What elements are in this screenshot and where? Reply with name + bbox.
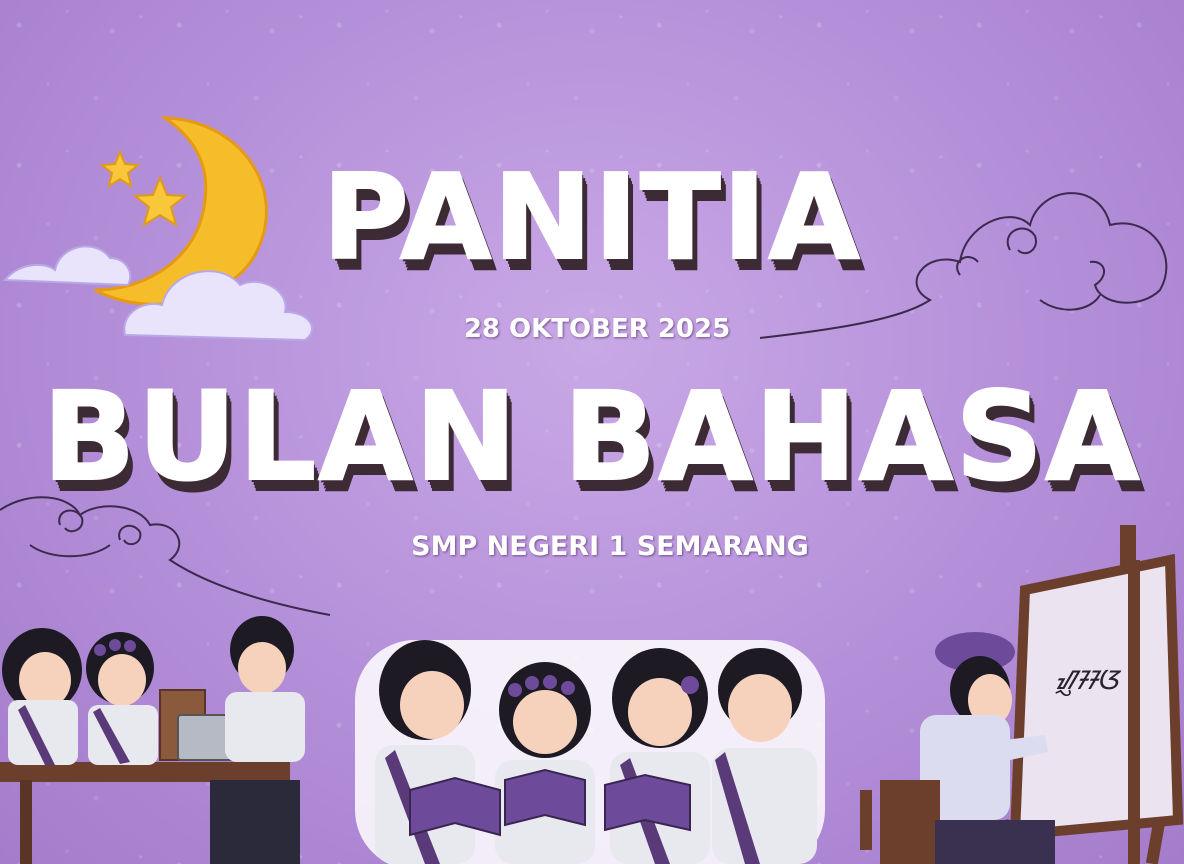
title-line-2: BULAN BAHASA (41, 365, 1142, 509)
canvas-writing: ᮠᮢᮞᮃ (1055, 666, 1119, 696)
event-date: 28 OKTOBER 2025 (463, 314, 731, 344)
students-study-group (0, 616, 305, 864)
students-reading-group (355, 640, 825, 864)
title-line-1: PANITIA (321, 147, 862, 287)
bulan-bahasa-banner: ᮠᮢᮞᮃ PANITIA 28 OKTOBER 2025 BULAN BAHAS… (0, 0, 1184, 864)
school-name: SMP NEGERI 1 SEMARANG (411, 531, 809, 562)
